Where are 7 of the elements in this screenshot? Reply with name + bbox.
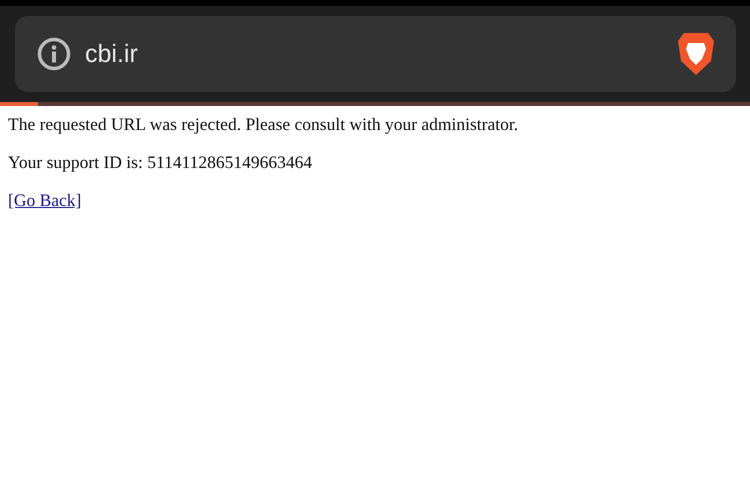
support-id-text: Your support ID is: 5114112865149663464 bbox=[8, 152, 312, 172]
error-message: The requested URL was rejected. Please consult with your administrator. bbox=[8, 114, 518, 134]
address-field[interactable]: cbi.ir bbox=[15, 16, 736, 92]
info-icon[interactable] bbox=[37, 37, 71, 71]
shield-icon[interactable] bbox=[676, 31, 716, 77]
go-back-link[interactable]: [Go Back] bbox=[8, 190, 82, 210]
url-text: cbi.ir bbox=[85, 40, 139, 68]
